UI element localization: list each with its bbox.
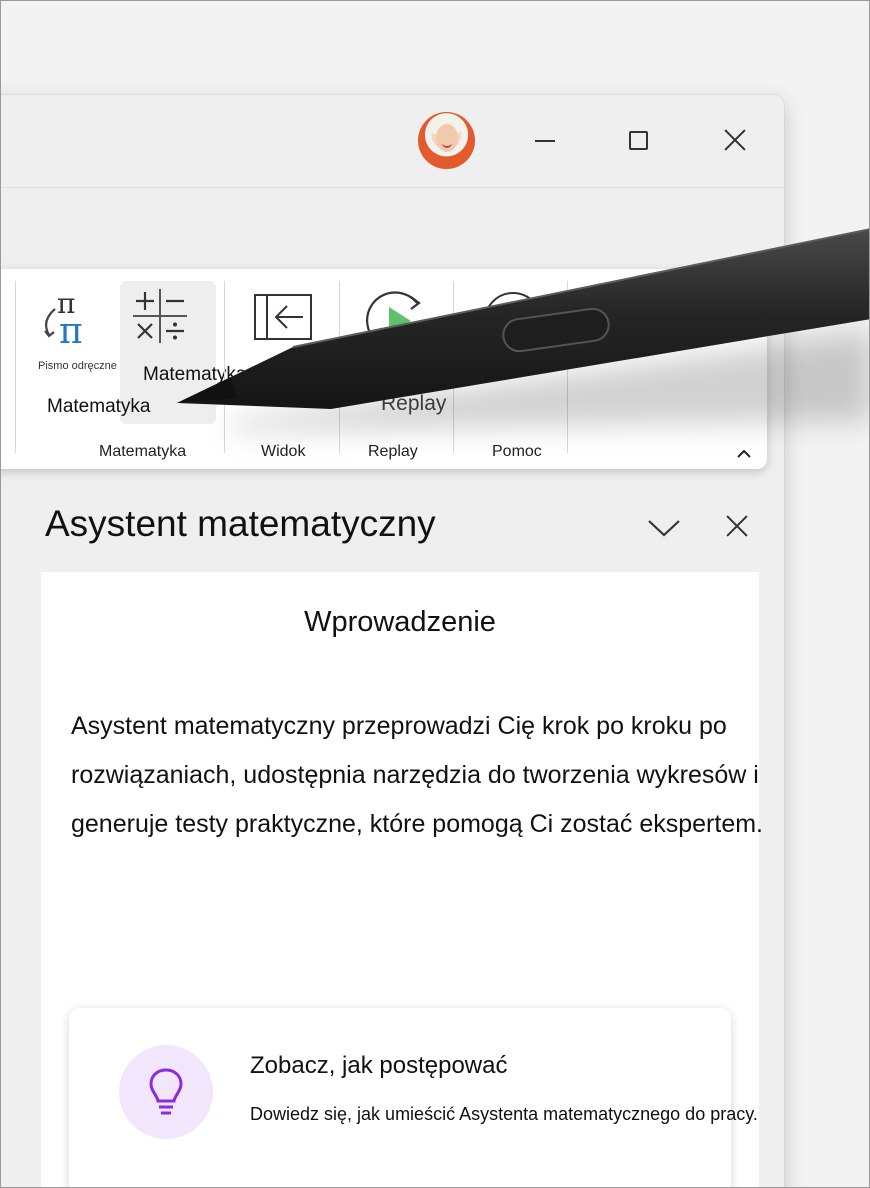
pane-title: Asystent matematyczny: [45, 503, 436, 544]
ink-math-small-label: Pismo odręczne na: [38, 360, 133, 372]
close-window-button[interactable]: [718, 123, 752, 157]
help-circle-icon[interactable]: [481, 289, 545, 353]
group-label-view: Widok: [261, 443, 306, 460]
close-icon[interactable]: [720, 509, 754, 543]
title-separator: [1, 187, 784, 188]
replay-button-label[interactable]: Replay: [381, 392, 446, 416]
group-label-replay: Replay: [368, 443, 418, 460]
svg-text:π: π: [59, 311, 83, 347]
tip-icon-circle: [119, 1045, 213, 1139]
chevron-down-icon[interactable]: [645, 513, 683, 543]
title-bar: [1, 95, 784, 187]
lightbulb-icon: [149, 1068, 183, 1115]
chevron-up-icon[interactable]: [737, 447, 751, 461]
ribbon-separator: [567, 281, 568, 453]
ink-math-label[interactable]: Matematyka: [47, 396, 150, 418]
ribbon-separator: [453, 281, 454, 453]
minimize-button[interactable]: [528, 123, 562, 157]
ribbon-separator: [224, 281, 225, 453]
ribbon-separator: [15, 281, 16, 453]
intro-heading: Wprowadzenie: [304, 606, 496, 638]
tip-card[interactable]: Zobacz, jak postępować Dowiedz się, jak …: [69, 1008, 758, 1187]
ribbon-separator: [339, 281, 340, 453]
maximize-button[interactable]: [621, 123, 655, 157]
tip-title: Zobacz, jak postępować: [250, 1052, 508, 1079]
pi-icon: π π: [44, 289, 83, 347]
math-operators-icon: [133, 289, 187, 343]
intro-text: Asystent matematyczny przeprowadzi Cię k…: [71, 712, 763, 838]
replay-icon[interactable]: [365, 289, 429, 353]
user-avatar[interactable]: [418, 112, 475, 169]
screen-frame: π π Pismo odręczne na Matematyka Matemat…: [0, 0, 870, 1188]
group-label-help: Pomoc: [492, 443, 542, 460]
arrow-left-panel-icon[interactable]: [253, 293, 313, 341]
group-label-math: Matematyka: [99, 443, 187, 460]
ribbon: π π Pismo odręczne na Matematyka Matemat…: [1, 269, 767, 469]
math-button-label: Matematyka: [143, 364, 247, 385]
tip-description: Dowiedz się, jak umieścić Asystenta mate…: [250, 1104, 758, 1124]
